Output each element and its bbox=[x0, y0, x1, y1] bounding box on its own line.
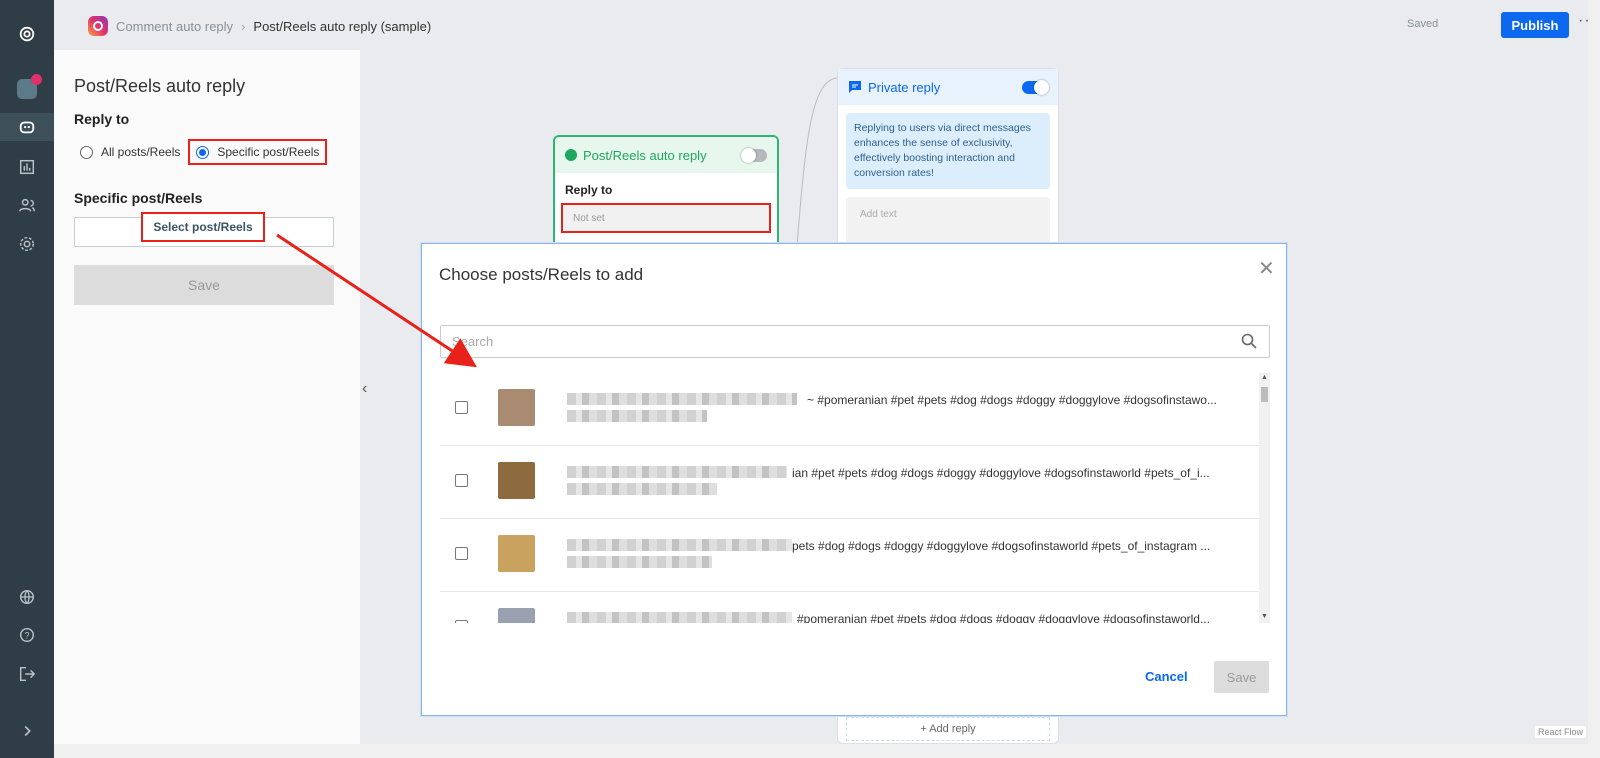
search-icon[interactable] bbox=[1241, 333, 1257, 349]
app-sidebar: ? bbox=[0, 0, 54, 758]
page-vertical-scrollbar[interactable] bbox=[1588, 0, 1600, 758]
breadcrumb-parent[interactable]: Comment auto reply bbox=[116, 19, 233, 34]
post-caption: pets #dog #dogs #doggy #doggylove #dogso… bbox=[792, 539, 1211, 553]
select-post-button[interactable]: Select post/Reels bbox=[141, 212, 265, 242]
post-thumbnail bbox=[498, 535, 535, 572]
caption-blur bbox=[567, 410, 707, 422]
specific-post-label: Specific post/Reels bbox=[74, 190, 203, 206]
panel-title: Post/Reels auto reply bbox=[74, 76, 246, 96]
settings-icon[interactable] bbox=[13, 230, 41, 258]
node-title: Post/Reels auto reply bbox=[583, 147, 707, 163]
breadcrumb-current: Post/Reels auto reply (sample) bbox=[253, 18, 432, 34]
modal-save-button[interactable]: Save bbox=[1214, 661, 1269, 693]
search-input[interactable] bbox=[441, 326, 1221, 357]
add-reply-button[interactable]: + Add reply bbox=[846, 717, 1050, 741]
post-thumbnail bbox=[498, 462, 535, 499]
caption-blur bbox=[567, 483, 717, 495]
top-bar: Comment auto reply › Post/Reels auto rep… bbox=[54, 0, 1596, 50]
post-caption: #pomeranian #pet #pets #dog #dogs #doggy… bbox=[797, 612, 1210, 623]
choose-posts-modal: Choose posts/Reels to add ✕ ~ #pomerania… bbox=[421, 243, 1287, 716]
caption-blur bbox=[567, 539, 792, 551]
post-checkbox[interactable] bbox=[455, 547, 468, 560]
private-reply-toggle[interactable] bbox=[1022, 79, 1049, 95]
reply-to-options: All posts/Reels Specific post/Reels bbox=[74, 139, 328, 165]
message-icon bbox=[849, 81, 861, 93]
trigger-icon bbox=[565, 149, 577, 161]
contacts-icon[interactable] bbox=[13, 191, 41, 219]
radio-all-posts-label: All posts/Reels bbox=[101, 145, 181, 159]
panel-save-button[interactable]: Save bbox=[74, 265, 334, 305]
private-reply-title: Private reply bbox=[868, 79, 941, 95]
post-caption: ~ #pomeranian #pet #pets #dog #dogs #dog… bbox=[807, 393, 1217, 407]
list-scrollbar[interactable]: ▲ ▼ bbox=[1259, 373, 1270, 623]
radio-specific-post-label: Specific post/Reels bbox=[217, 145, 320, 159]
modal-title: Choose posts/Reels to add bbox=[439, 265, 644, 284]
chevron-right-icon: › bbox=[241, 18, 246, 34]
post-list: ~ #pomeranian #pet #pets #dog #dogs #dog… bbox=[440, 373, 1270, 623]
radio-specific-post[interactable]: Specific post/Reels bbox=[188, 139, 328, 165]
cancel-button[interactable]: Cancel bbox=[1145, 669, 1188, 684]
publish-button[interactable]: Publish bbox=[1501, 12, 1569, 38]
post-row[interactable]: pets #dog #dogs #doggy #doggylove #dogso… bbox=[440, 519, 1270, 592]
globe-icon[interactable] bbox=[13, 583, 41, 611]
help-icon[interactable]: ? bbox=[13, 621, 41, 649]
collapse-panel-icon[interactable]: ‹ bbox=[362, 380, 367, 398]
instagram-channel-icon[interactable] bbox=[13, 74, 42, 103]
post-checkbox[interactable] bbox=[455, 401, 468, 414]
post-checkbox[interactable] bbox=[455, 620, 468, 623]
search-box[interactable] bbox=[440, 325, 1270, 358]
scroll-thumb[interactable] bbox=[1261, 387, 1268, 402]
scroll-down-icon[interactable]: ▼ bbox=[1261, 613, 1268, 620]
post-row[interactable]: ~ #pomeranian #pet #pets #dog #dogs #dog… bbox=[440, 373, 1270, 446]
scroll-up-icon[interactable]: ▲ bbox=[1261, 374, 1268, 381]
radio-all-posts[interactable]: All posts/Reels bbox=[74, 141, 186, 163]
private-reply-info: Replying to users via direct messages en… bbox=[846, 113, 1050, 189]
post-thumbnail bbox=[498, 389, 535, 426]
svg-text:?: ? bbox=[24, 631, 29, 641]
logout-icon[interactable] bbox=[13, 660, 41, 688]
caption-blur bbox=[567, 612, 792, 623]
post-row[interactable]: ian #pet #pets #dog #dogs #doggy #doggyl… bbox=[440, 446, 1270, 519]
caption-blur bbox=[567, 393, 797, 405]
radio-circle[interactable] bbox=[80, 145, 93, 159]
caption-blur bbox=[567, 466, 787, 478]
breadcrumb: Comment auto reply › Post/Reels auto rep… bbox=[88, 16, 431, 36]
radio-circle-selected[interactable] bbox=[196, 145, 210, 159]
post-checkbox[interactable] bbox=[455, 474, 468, 487]
post-thumbnail bbox=[498, 608, 535, 623]
expand-sidebar-icon[interactable] bbox=[13, 717, 41, 745]
analytics-icon[interactable] bbox=[13, 153, 41, 181]
reply-to-label: Reply to bbox=[74, 111, 130, 127]
settings-panel: Post/Reels auto reply Reply to All posts… bbox=[54, 50, 360, 744]
instagram-logo-icon bbox=[88, 16, 108, 36]
bot-icon[interactable] bbox=[0, 113, 54, 141]
page-horizontal-scrollbar[interactable] bbox=[54, 744, 1588, 758]
node-reply-to-label: Reply to bbox=[565, 183, 613, 197]
post-reels-node[interactable]: Post/Reels auto reply Reply to Not set bbox=[553, 135, 779, 255]
caption-blur bbox=[567, 556, 712, 568]
saved-status: Saved bbox=[1407, 18, 1439, 30]
post-row[interactable]: #pomeranian #pet #pets #dog #dogs #doggy… bbox=[440, 592, 1270, 623]
app-logo-icon[interactable] bbox=[13, 20, 41, 48]
node-toggle[interactable] bbox=[741, 147, 767, 163]
reply-to-value[interactable]: Not set bbox=[561, 203, 771, 233]
close-icon[interactable]: ✕ bbox=[1258, 256, 1275, 281]
post-caption: ian #pet #pets #dog #dogs #doggy #doggyl… bbox=[792, 466, 1210, 480]
react-flow-attribution[interactable]: React Flow bbox=[1535, 726, 1587, 738]
